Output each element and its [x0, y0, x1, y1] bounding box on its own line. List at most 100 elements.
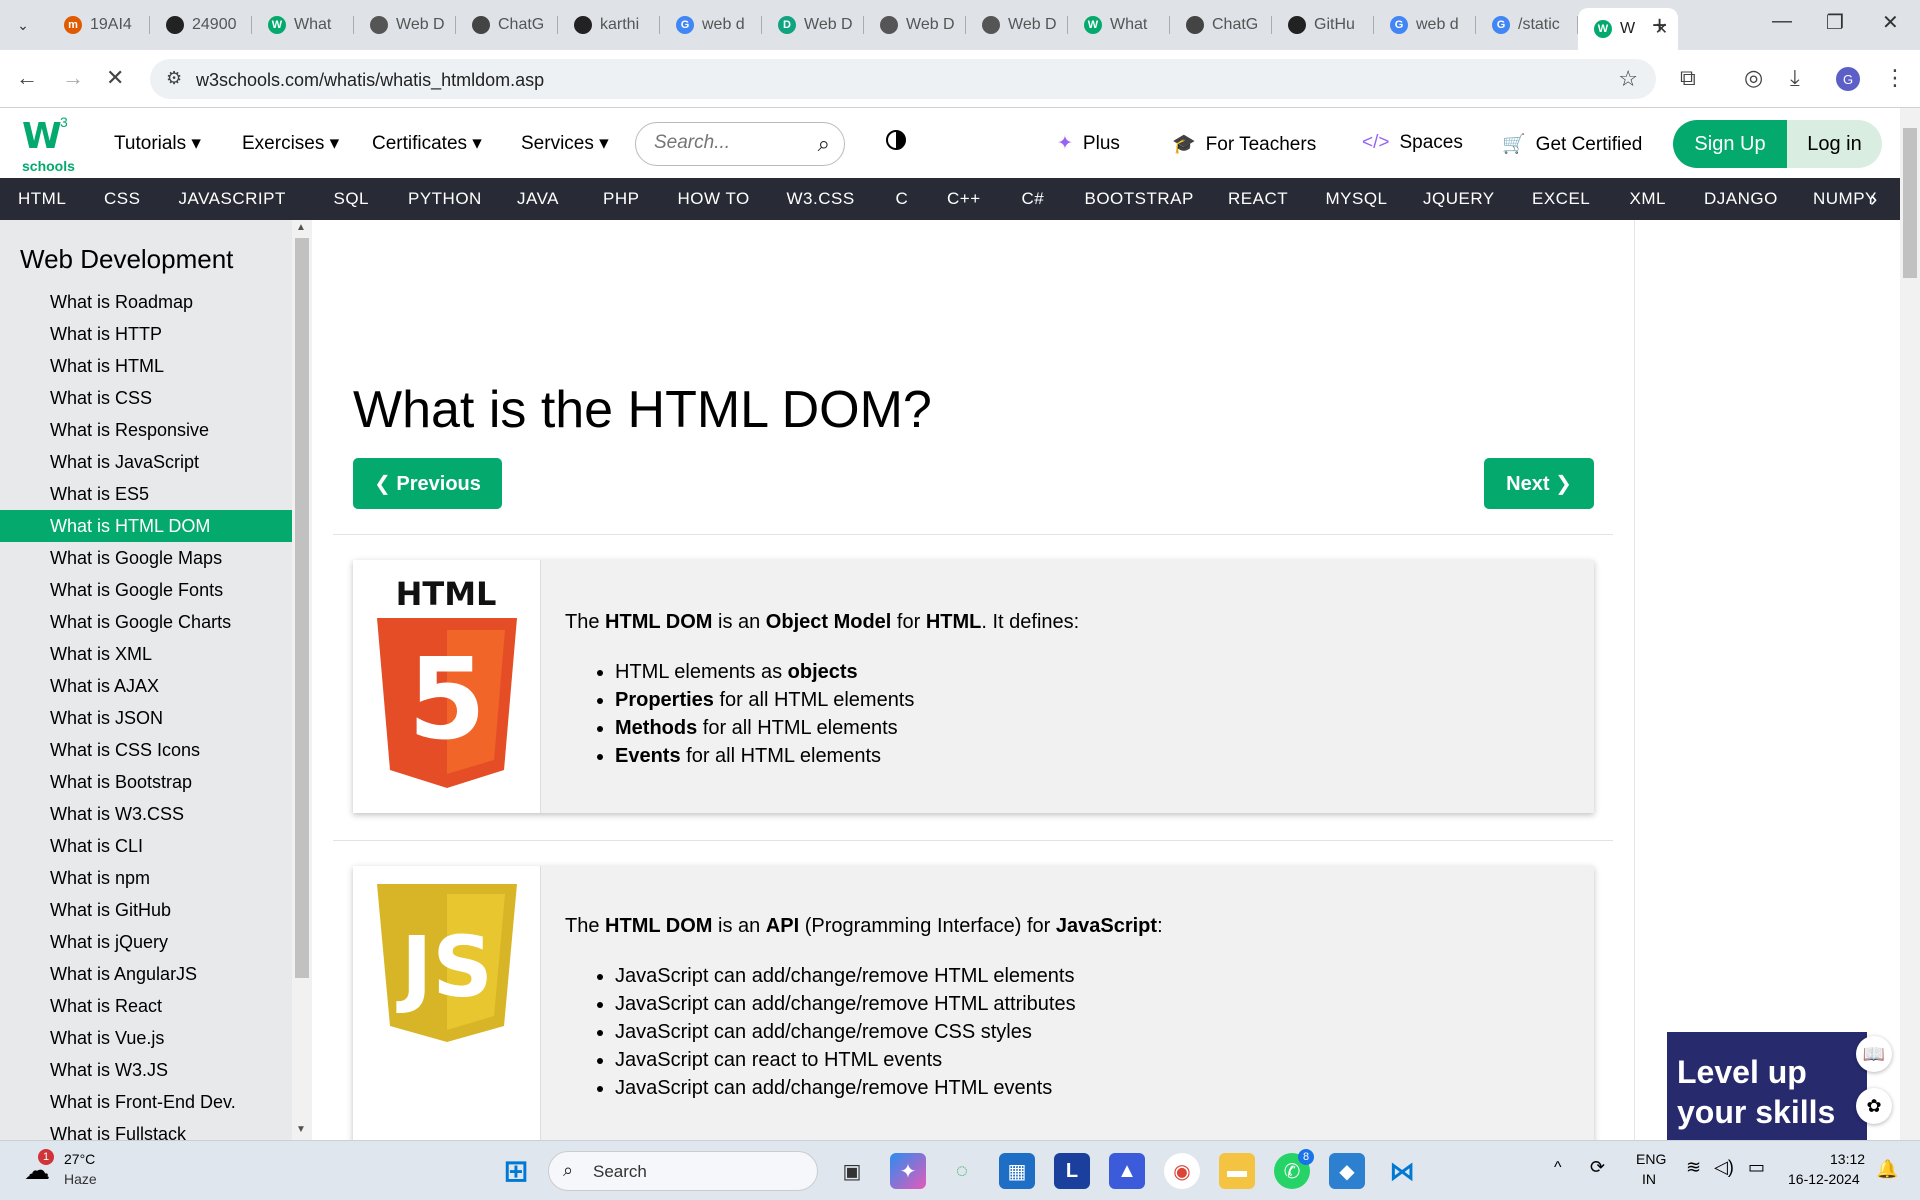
- topnav-react[interactable]: REACT: [1228, 189, 1288, 209]
- download-icon[interactable]: ⤓: [1790, 65, 1800, 91]
- browser-tab[interactable]: Web D: [966, 8, 1068, 42]
- url-text[interactable]: w3schools.com/whatis/whatis_htmldom.asp: [196, 70, 544, 91]
- dark-mode-toggle-icon[interactable]: [886, 130, 906, 150]
- forward-icon[interactable]: →: [62, 65, 84, 91]
- browser-tab[interactable]: GitHu: [1272, 8, 1374, 42]
- close-window-button[interactable]: ✕: [1882, 10, 1899, 35]
- topnav-c[interactable]: C: [896, 189, 909, 209]
- previous-button[interactable]: ❮ Previous: [353, 458, 502, 509]
- topnav-w3-css[interactable]: W3.CSS: [787, 189, 855, 209]
- menu-services[interactable]: Services ▾: [521, 132, 609, 155]
- sidebar-item[interactable]: What is HTML DOM: [0, 510, 292, 542]
- windows-start-icon[interactable]: ⊞: [498, 1153, 534, 1189]
- browser-tab[interactable]: G/static: [1476, 8, 1578, 42]
- topnav-javascript[interactable]: JAVASCRIPT: [179, 189, 286, 209]
- topnav-php[interactable]: PHP: [603, 189, 639, 209]
- ai-assistant-icon[interactable]: ✿: [1856, 1088, 1892, 1124]
- topnav-how-to[interactable]: HOW TO: [678, 189, 750, 209]
- sidebar-item[interactable]: What is Google Fonts: [0, 574, 292, 606]
- stop-loading-icon[interactable]: ✕: [106, 65, 124, 91]
- topnav-css[interactable]: CSS: [104, 189, 140, 209]
- sidebar-item[interactable]: What is Google Maps: [0, 542, 292, 574]
- wifi-icon[interactable]: ≋: [1686, 1157, 1701, 1178]
- sidebar-item[interactable]: What is AJAX: [0, 670, 292, 702]
- sidebar-item[interactable]: What is Roadmap: [0, 286, 292, 318]
- clock-time[interactable]: 13:12: [1830, 1151, 1865, 1167]
- store-icon[interactable]: ▦: [999, 1153, 1035, 1189]
- address-bar[interactable]: ⚙ w3schools.com/whatis/whatis_htmldom.as…: [150, 59, 1656, 99]
- topnav-html[interactable]: HTML: [18, 189, 66, 209]
- topnav-mysql[interactable]: MYSQL: [1326, 189, 1388, 209]
- header-link-spaces[interactable]: </> Spaces: [1362, 132, 1463, 154]
- performance-icon[interactable]: ◎: [1744, 65, 1763, 91]
- photos-icon[interactable]: ◆: [1329, 1153, 1365, 1189]
- taskbar-search-box[interactable]: ⌕ Search: [548, 1151, 818, 1191]
- sidebar-item[interactable]: What is Google Charts: [0, 606, 292, 638]
- weather-temp[interactable]: 27°C: [64, 1151, 95, 1167]
- browser-tab[interactable]: W What: [252, 8, 354, 42]
- language-line-1[interactable]: ENG: [1636, 1151, 1666, 1167]
- arc-app-icon[interactable]: ▲: [1109, 1153, 1145, 1189]
- extensions-icon[interactable]: ⧉: [1680, 65, 1696, 91]
- topnav-jquery[interactable]: JQUERY: [1423, 189, 1495, 209]
- w3schools-logo[interactable]: W 3 schools: [20, 114, 76, 174]
- sidebar-item[interactable]: What is jQuery: [0, 926, 292, 958]
- sidebar-item[interactable]: What is Bootstrap: [0, 766, 292, 798]
- menu-tutorials[interactable]: Tutorials ▾: [114, 132, 201, 155]
- topnav-numpy[interactable]: NUMPY: [1813, 189, 1877, 209]
- clock-date[interactable]: 16-12-2024: [1788, 1171, 1860, 1187]
- sign-up-button[interactable]: Sign Up: [1673, 120, 1787, 168]
- topnav-python[interactable]: PYTHON: [408, 189, 482, 209]
- browser-tab[interactable]: ChatG: [1170, 8, 1272, 42]
- browser-tab[interactable]: Gweb d: [1374, 8, 1476, 42]
- sync-icon[interactable]: ⟳: [1590, 1157, 1605, 1178]
- page-scrollbar[interactable]: [1900, 108, 1920, 1140]
- site-search-box[interactable]: ⌕: [635, 122, 845, 166]
- sidebar-item[interactable]: What is HTML: [0, 350, 292, 382]
- topnav-c-[interactable]: C#: [1022, 189, 1045, 209]
- sidebar-item[interactable]: What is W3.CSS: [0, 798, 292, 830]
- sidebar-item[interactable]: What is Fullstack: [0, 1118, 292, 1140]
- battery-icon[interactable]: ▭: [1748, 1157, 1765, 1178]
- book-icon[interactable]: 📖: [1856, 1036, 1892, 1072]
- topnav-django[interactable]: DJANGO: [1704, 189, 1778, 209]
- sidebar-item[interactable]: What is Front-End Dev.: [0, 1086, 292, 1118]
- topnav-c-[interactable]: C++: [947, 189, 981, 209]
- notification-bell-icon[interactable]: 🔔: [1876, 1159, 1898, 1180]
- task-view-icon[interactable]: ▣: [834, 1153, 870, 1189]
- header-link-get-certified[interactable]: 🛒 Get Certified: [1502, 132, 1642, 156]
- header-link-plus[interactable]: ✦ Plus: [1057, 132, 1120, 155]
- level-up-promo[interactable]: Level up your skills: [1667, 1032, 1867, 1142]
- sidebar-item[interactable]: What is CSS: [0, 382, 292, 414]
- sidebar-item[interactable]: What is JavaScript: [0, 446, 292, 478]
- topnav-scroll-right-icon[interactable]: ›: [1870, 186, 1877, 212]
- topnav-sql[interactable]: SQL: [334, 189, 370, 209]
- weather-desc[interactable]: Haze: [64, 1171, 97, 1187]
- browser-tab[interactable]: D Web D: [762, 8, 864, 42]
- sidebar-scrollbar[interactable]: ▲ ▼: [292, 220, 312, 1140]
- browser-tab[interactable]: m 19AI4: [48, 8, 150, 42]
- browser-tab[interactable]: W What: [1068, 8, 1170, 42]
- browser-tab[interactable]: Web D: [354, 8, 456, 42]
- sidebar-item[interactable]: What is AngularJS: [0, 958, 292, 990]
- log-in-button[interactable]: Log in: [1787, 120, 1882, 168]
- l-app-icon[interactable]: L: [1054, 1153, 1090, 1189]
- sidebar-item[interactable]: What is Vue.js: [0, 1022, 292, 1054]
- language-line-2[interactable]: IN: [1642, 1171, 1656, 1187]
- refresh-app-icon[interactable]: ◌: [944, 1153, 980, 1189]
- browser-tab[interactable]: karthi: [558, 8, 660, 42]
- sidebar-item[interactable]: What is HTTP: [0, 318, 292, 350]
- sidebar-scroll-thumb[interactable]: [295, 238, 309, 978]
- sidebar-item[interactable]: What is JSON: [0, 702, 292, 734]
- header-link-for-teachers[interactable]: 🎓 For Teachers: [1172, 132, 1316, 156]
- sidebar-item[interactable]: What is Responsive: [0, 414, 292, 446]
- browser-tab[interactable]: Gweb d: [660, 8, 762, 42]
- sidebar-item[interactable]: What is ES5: [0, 478, 292, 510]
- new-tab-button[interactable]: +: [1652, 12, 1667, 38]
- sidebar-item[interactable]: What is CSS Icons: [0, 734, 292, 766]
- browser-tab[interactable]: Web D: [864, 8, 966, 42]
- restore-button[interactable]: ❐: [1826, 10, 1844, 35]
- file-explorer-icon[interactable]: ▬: [1219, 1153, 1255, 1189]
- bookmark-star-icon[interactable]: ☆: [1618, 66, 1638, 92]
- site-search-input[interactable]: [654, 132, 804, 154]
